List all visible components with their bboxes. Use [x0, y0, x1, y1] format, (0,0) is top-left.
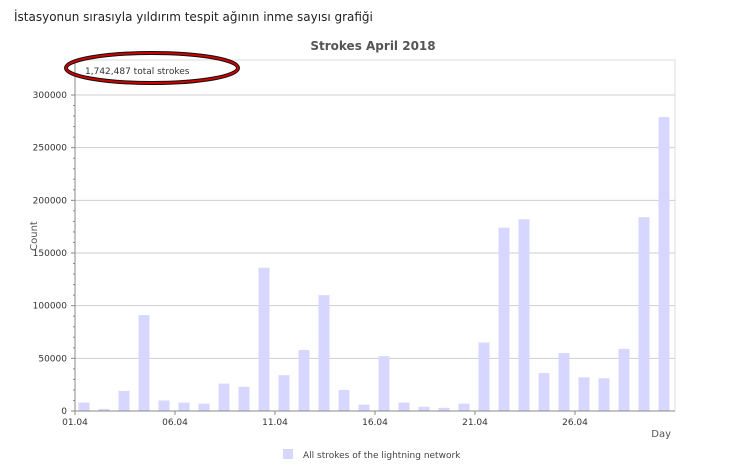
y-axis-label: Count: [29, 221, 40, 251]
total-strokes-label: 1,742,487 total strokes: [85, 67, 190, 77]
bar: [498, 227, 510, 411]
bar: [178, 402, 190, 411]
bar: [198, 403, 210, 411]
x-tick-label: 16.04: [362, 418, 388, 428]
y-tick-label: 200000: [33, 196, 68, 206]
y-tick-label: 100000: [33, 302, 68, 312]
x-tick-label: 11.04: [262, 418, 288, 428]
x-axis-label: Day: [651, 429, 671, 440]
bar: [278, 375, 290, 411]
bar: [658, 117, 670, 412]
bar: [418, 406, 430, 411]
y-tick-label: 250000: [33, 144, 68, 154]
chart: Strokes April 2018 050000100000150000200…: [29, 39, 676, 461]
bar: [158, 400, 170, 411]
bar: [478, 342, 490, 411]
bar: [218, 383, 230, 411]
grid-lines: [75, 94, 675, 359]
bar: [398, 402, 410, 411]
y-tick-label: 300000: [33, 91, 68, 101]
bars: [78, 117, 670, 412]
bar: [458, 403, 470, 411]
bar: [318, 295, 330, 411]
bar: [358, 404, 370, 411]
legend-swatch: [283, 449, 293, 459]
x-tick-label: 26.04: [562, 418, 588, 428]
bar: [618, 348, 630, 411]
y-tick-label: 0: [61, 407, 67, 417]
bar: [138, 315, 150, 411]
bar: [638, 217, 650, 411]
legend-label: All strokes of the lightning network: [303, 451, 461, 461]
x-axis-ticks: 01.04 06.04 11.04 16.04 21.04 26.04: [62, 411, 588, 428]
y-tick-label: 50000: [38, 354, 67, 364]
bar: [518, 219, 530, 411]
bar: [538, 373, 550, 411]
y-axis-ticks: 050000100000150000200000250000300000: [33, 91, 75, 417]
chart-title: Strokes April 2018: [310, 39, 435, 53]
bar: [238, 386, 250, 411]
bar: [338, 389, 350, 411]
x-tick-label: 06.04: [162, 418, 188, 428]
bar: [598, 378, 610, 411]
bar: [558, 353, 570, 411]
bar: [378, 356, 390, 411]
bar: [78, 402, 90, 411]
bar: [298, 349, 310, 411]
bar: [578, 377, 590, 411]
x-tick-label: 21.04: [462, 418, 488, 428]
x-tick-label: 01.04: [62, 418, 88, 428]
bar: [258, 267, 270, 411]
bar: [118, 390, 130, 411]
